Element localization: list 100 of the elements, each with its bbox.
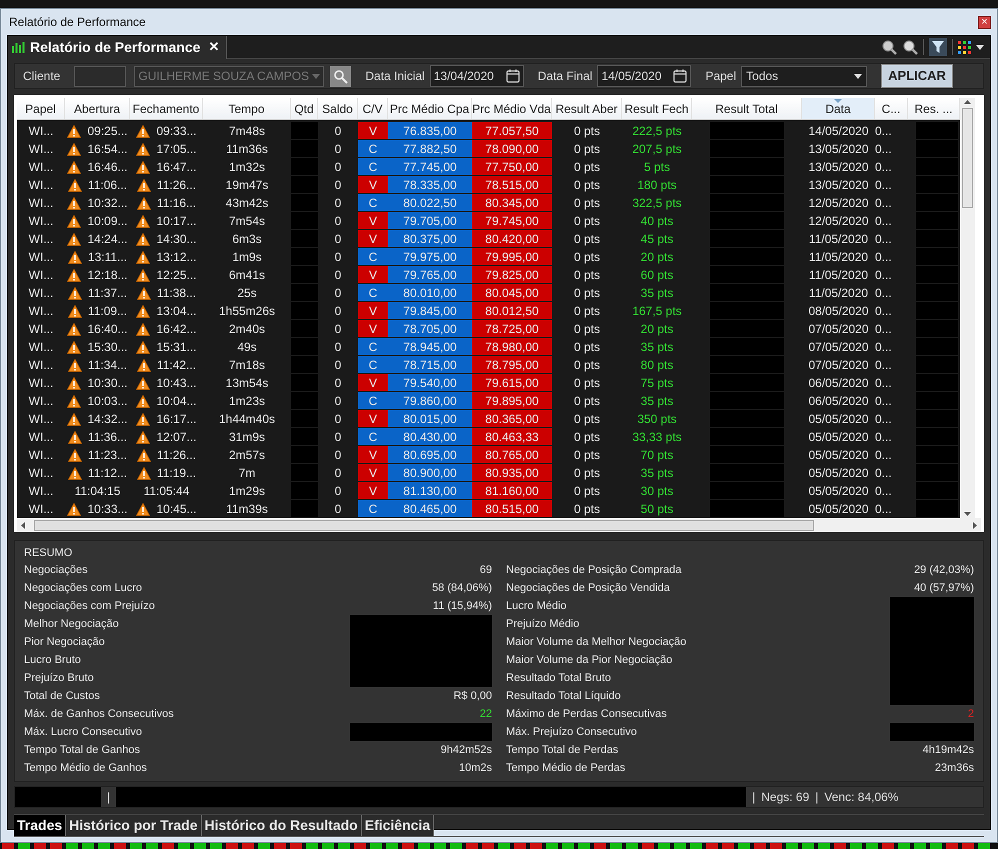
table-cell-text: 80 pts xyxy=(640,356,674,373)
warning-icon xyxy=(67,394,82,408)
table-cell-text: 0 pts xyxy=(572,392,601,409)
table-cell-text: WI... xyxy=(28,392,54,409)
table-cell-text: 222,5 pts xyxy=(631,122,683,139)
table-cell-text: 0 xyxy=(334,464,342,481)
summary-value: R$ 0,00 xyxy=(453,688,492,704)
table-cell-text: 15:30... xyxy=(87,339,128,356)
warning-icon xyxy=(136,340,150,354)
table-cell-text: 30 pts xyxy=(640,482,674,499)
scroll-thumb[interactable] xyxy=(34,520,814,530)
scroll-up-icon[interactable] xyxy=(964,100,971,104)
summary-label: Tempo Total de Perdas xyxy=(506,742,618,758)
table-cell-text: WI... xyxy=(28,446,54,463)
table-cell-text: 10:30... xyxy=(87,375,128,392)
redacted-cell xyxy=(291,122,318,139)
table-cell-text: 16:17... xyxy=(156,411,197,428)
end-date-field[interactable]: 14/05/2020 xyxy=(597,65,692,87)
table-cell-text: 16:42... xyxy=(156,321,197,338)
table-cell: 80.012,50 xyxy=(472,302,552,319)
filter-icon[interactable] xyxy=(929,38,947,56)
column-header[interactable]: Saldo xyxy=(318,98,358,119)
column-header[interactable]: C... xyxy=(875,98,908,119)
zoom-in-icon[interactable] xyxy=(881,39,897,55)
table-cell-text: 11:26... xyxy=(156,447,196,464)
column-header[interactable]: Tempo xyxy=(203,98,291,119)
summary-label: Tempo Total de Ganhos xyxy=(24,742,140,758)
bottom-tab[interactable]: Eficiência xyxy=(362,815,434,836)
tab-close-button[interactable]: ✕ xyxy=(205,37,222,57)
table-cell: 79.845,00 xyxy=(388,302,472,319)
table-cell: V xyxy=(358,464,388,481)
summary-label: Lucro Bruto xyxy=(24,652,81,668)
vertical-scrollbar[interactable] xyxy=(960,98,975,518)
table-cell: V xyxy=(358,122,388,139)
start-date-field[interactable]: 13/04/2020 xyxy=(430,65,524,87)
table-cell-text: 14/05/2020 xyxy=(807,122,870,139)
table-cell: V xyxy=(358,446,388,463)
table-cell-text: 10:04... xyxy=(156,393,197,410)
close-button[interactable]: × xyxy=(978,16,991,28)
summary-label: Máx. Lucro Consecutivo xyxy=(24,724,142,740)
table-cell: 81.160,00 xyxy=(472,482,552,499)
redacted-cell xyxy=(916,158,958,175)
column-header[interactable]: Prc Médio Cpa xyxy=(388,98,472,119)
table-cell-text: 10:43... xyxy=(156,375,197,392)
scroll-down-icon[interactable] xyxy=(964,512,971,516)
scroll-left-icon[interactable] xyxy=(21,522,25,528)
table-cell-text: 11:19... xyxy=(156,465,196,482)
document-tab[interactable]: Relatório de Performance ✕ xyxy=(8,36,228,58)
table-cell-text: 0 xyxy=(334,320,342,337)
table-cell: V xyxy=(358,302,388,319)
dropdown-caret-icon[interactable] xyxy=(976,44,984,50)
redacted-cell xyxy=(291,356,318,373)
apply-button[interactable]: APLICAR xyxy=(881,64,953,88)
table-cell-text: 05/05/2020 xyxy=(807,428,870,445)
warning-icon xyxy=(136,322,150,336)
table-cell-text: 0... xyxy=(875,392,893,409)
table-cell-text: 17:05... xyxy=(156,141,197,158)
redacted-cell xyxy=(916,266,958,283)
dropdown-caret-icon[interactable] xyxy=(854,74,862,78)
scroll-right-icon[interactable] xyxy=(973,522,977,528)
table-cell-text: 1m9s xyxy=(231,248,263,265)
table-cell: 80.935,00 xyxy=(472,464,552,481)
column-header[interactable]: Abertura xyxy=(65,98,130,119)
table-cell: V xyxy=(358,410,388,427)
calendar-icon[interactable] xyxy=(506,69,520,83)
table-cell-text: 1m32s xyxy=(228,158,266,175)
summary-label: Máx. de Ganhos Consecutivos xyxy=(24,706,174,722)
redacted-cell xyxy=(291,302,318,319)
table-cell-text: 05/05/2020 xyxy=(807,410,870,427)
table-cell-text: 70 pts xyxy=(640,446,674,463)
bottom-tab[interactable]: Histórico por Trade xyxy=(66,815,202,836)
column-header[interactable]: C/V xyxy=(358,98,388,119)
table-cell-text: 0... xyxy=(875,320,893,337)
column-header[interactable]: Prc Médio Vda xyxy=(472,98,552,119)
table-cell-text: 45 pts xyxy=(640,230,674,247)
table-cell-text: 12/05/2020 xyxy=(807,194,870,211)
bottom-tab[interactable]: Histórico do Resultado xyxy=(202,815,362,836)
column-header[interactable]: Papel xyxy=(17,98,65,119)
column-header[interactable]: Qtd xyxy=(291,98,318,119)
table-cell-text: 35 pts xyxy=(640,338,674,355)
column-header[interactable]: Fechamento xyxy=(130,98,203,119)
table-cell-text: 0 xyxy=(334,230,342,247)
grid-icon[interactable] xyxy=(958,40,971,54)
table-cell-text: 1m29s xyxy=(228,482,266,499)
calendar-icon[interactable] xyxy=(673,69,688,83)
table-cell: 78.795,00 xyxy=(472,356,552,373)
table-cell: 79.765,00 xyxy=(388,266,472,283)
table-cell-text: 0... xyxy=(875,500,893,517)
column-header[interactable]: Data xyxy=(802,98,875,119)
client-code-field[interactable] xyxy=(74,66,126,86)
column-header[interactable]: Result Fech xyxy=(622,98,692,119)
column-header[interactable]: Result Aber xyxy=(552,98,622,119)
scroll-thumb[interactable] xyxy=(962,108,973,208)
redacted-cell xyxy=(916,410,958,427)
table-cell-text: 10:09... xyxy=(87,213,128,230)
symbol-select[interactable]: Todos xyxy=(741,66,868,86)
bottom-tab[interactable]: Trades xyxy=(14,815,66,836)
table-cell-text: WI... xyxy=(28,374,54,391)
zoom-out-icon[interactable] xyxy=(902,39,918,55)
horizontal-scrollbar[interactable] xyxy=(17,518,981,532)
